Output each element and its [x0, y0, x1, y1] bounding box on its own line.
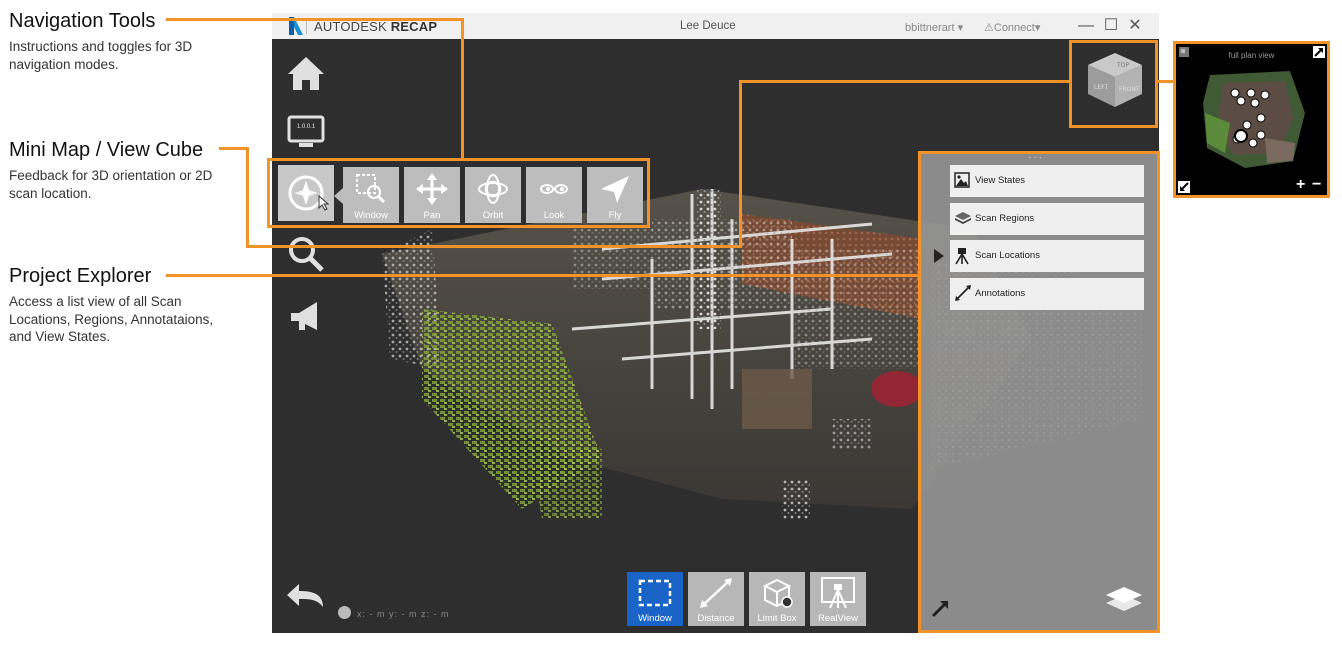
- account-name: bbittnerart: [905, 22, 955, 34]
- title-bar: AUTODESK RECAP Lee Deuce bbittnerart ▾ ⚠…: [272, 13, 1159, 39]
- connect-label: Connect: [993, 22, 1035, 34]
- minimize-button[interactable]: —: [1075, 15, 1097, 37]
- window-select-label: Window: [638, 613, 672, 624]
- home-icon[interactable]: [285, 53, 327, 95]
- undo-icon[interactable]: [285, 581, 327, 613]
- mini-map-leader-h2: [246, 245, 742, 248]
- realview-label: RealView: [818, 613, 858, 624]
- connect-menu[interactable]: ⚠Connect▾: [984, 21, 1040, 34]
- app-brand: AUTODESK RECAP: [314, 19, 437, 34]
- window-select-tool[interactable]: Window: [627, 572, 683, 626]
- monitor-button[interactable]: 1.0.0.1: [285, 111, 327, 153]
- mini-map-callout-title: Mini Map / View Cube: [9, 139, 204, 161]
- distance-icon: [700, 578, 732, 608]
- project-explorer-callout-desc: Access a list view of all Scan Locations…: [9, 294, 214, 344]
- mini-map-leader-h3: [739, 80, 1070, 83]
- brand-prefix: AUTODESK: [314, 19, 387, 34]
- project-explorer-leader: [166, 274, 919, 277]
- coordinate-readout: x: - m y: - m z: - m: [357, 609, 450, 619]
- mini-map-leader-v2: [739, 80, 742, 248]
- distance-label: Distance: [697, 613, 735, 624]
- maximize-button[interactable]: ☐: [1100, 15, 1122, 37]
- account-menu[interactable]: bbittnerart ▾: [905, 21, 963, 34]
- mini-map-callout-desc: Feedback for 3D orientation or 2D scan l…: [9, 168, 213, 201]
- coord-x: x: - m: [357, 609, 386, 619]
- view-cube-highlight: [1069, 40, 1158, 128]
- close-button[interactable]: ✕: [1124, 15, 1146, 37]
- navigation-tools-callout-desc: Instructions and toggles for 3D navigati…: [9, 39, 193, 72]
- mini-map-leader-v1: [246, 147, 249, 248]
- navigation-tools-callout-title: Navigation Tools: [9, 10, 156, 32]
- megaphone-icon[interactable]: [285, 296, 327, 338]
- realview-icon: [821, 577, 855, 609]
- limit-box-icon: [762, 578, 793, 608]
- monitor-version-text: 1.0.0.1: [296, 124, 316, 130]
- navigation-tools-highlight: [267, 158, 650, 228]
- distance-tool[interactable]: Distance: [688, 572, 744, 626]
- project-user-name: Lee Deuce: [680, 20, 736, 32]
- limit-box-tool[interactable]: Limit Box: [749, 572, 805, 626]
- window-select-icon: [638, 579, 672, 607]
- mini-map-leader-h4: [1158, 80, 1174, 83]
- brand-name: RECAP: [390, 19, 438, 34]
- realview-tool[interactable]: RealView: [810, 572, 866, 626]
- navigation-tools-leader-h: [166, 18, 464, 21]
- mini-map-leader-h1: [219, 147, 249, 150]
- search-icon[interactable]: [285, 233, 327, 275]
- coord-z: z: - m: [421, 609, 450, 619]
- limit-box-label: Limit Box: [757, 613, 797, 624]
- minimap-highlight: [1173, 41, 1330, 198]
- crosshair-icon: [338, 606, 351, 619]
- navigation-tools-leader-v: [461, 18, 464, 158]
- monitor-icon: [287, 115, 325, 147]
- project-explorer-callout-title: Project Explorer: [9, 265, 152, 287]
- coord-y: y: - m: [389, 609, 418, 619]
- project-explorer-highlight: [918, 151, 1160, 633]
